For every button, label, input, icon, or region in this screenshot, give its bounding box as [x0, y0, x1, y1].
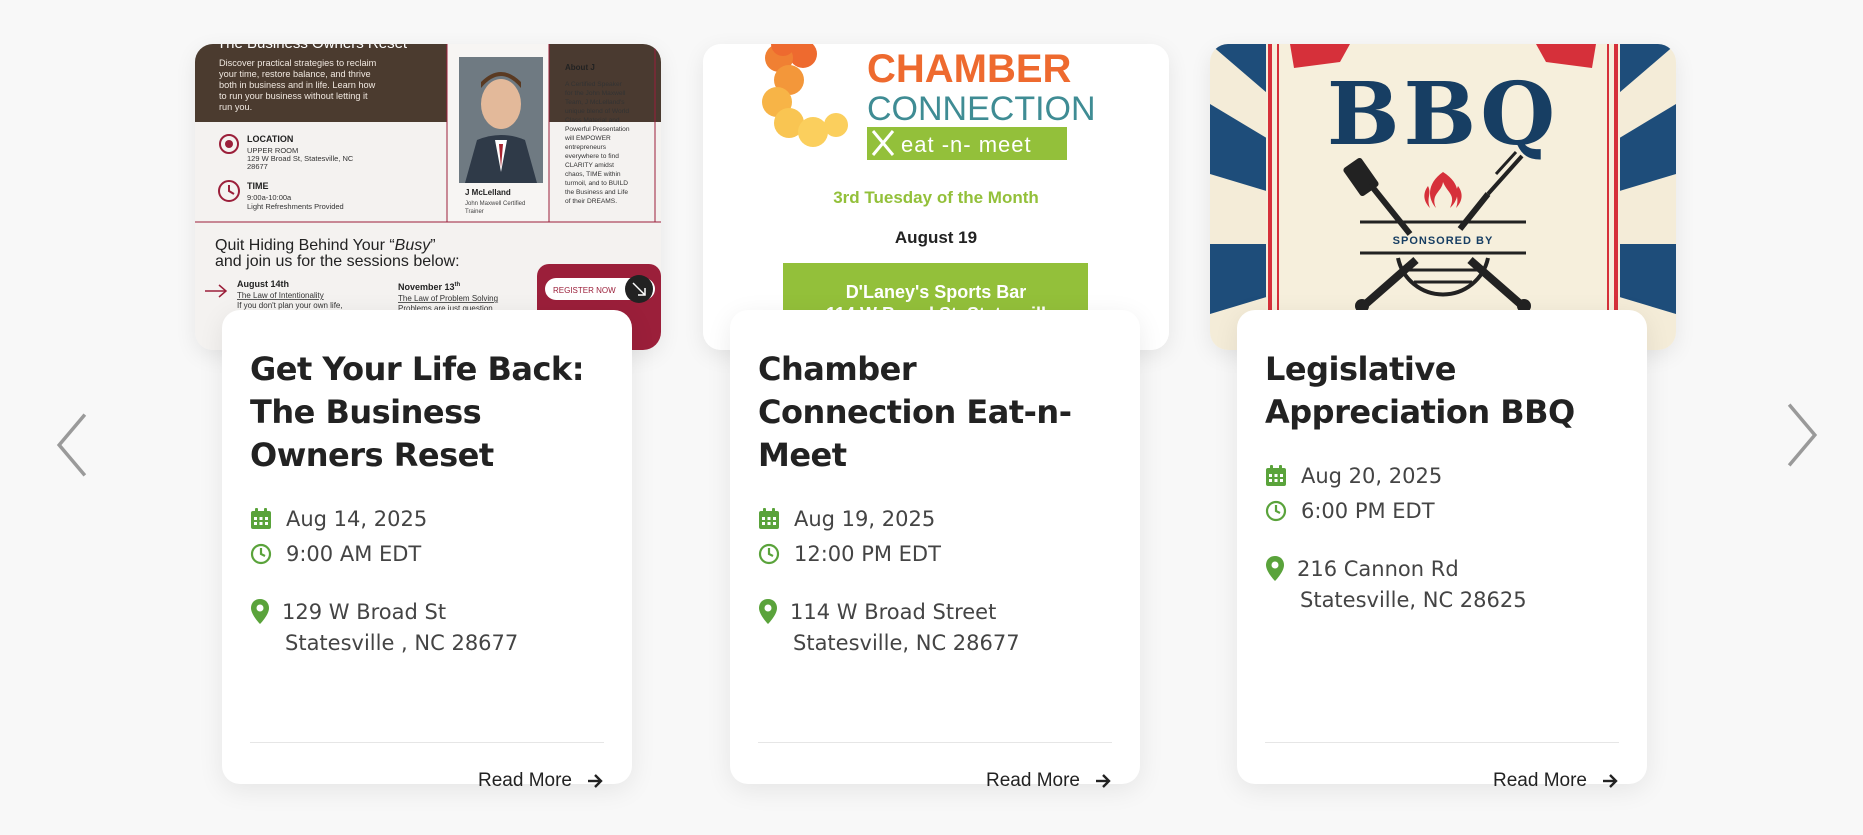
chevron-left-icon — [56, 413, 87, 477]
flyer-intro: to run your business without letting it — [219, 91, 368, 101]
map-pin-icon — [1265, 556, 1285, 582]
address-line2: Statesville , NC 28677 — [285, 631, 519, 655]
about-text: will EMPOWER — [564, 135, 611, 142]
calendar-icon — [250, 507, 272, 530]
speaker-title: Trainer — [465, 209, 484, 215]
register-button: REGISTER NOW — [553, 286, 616, 295]
flyer-bbq: BBQ — [1327, 64, 1559, 165]
about-text: chaos, TIME within — [565, 171, 621, 178]
divider — [1265, 742, 1619, 743]
flyer-tuesday: 3rd Tuesday of the Month — [833, 188, 1039, 207]
about-text: the Business and Life — [565, 189, 628, 196]
session-desc: If you don't plan your own life, — [237, 301, 343, 310]
flyer-eat-meet: eat -n- meet — [901, 132, 1032, 157]
read-more-link[interactable]: Read More — [986, 770, 1112, 792]
calendar-icon — [758, 507, 780, 530]
carousel-next-button[interactable] — [1780, 400, 1824, 470]
quit-subheading: and join us for the sessions below: — [215, 253, 460, 270]
flyer-venue: D'Laney's Sports Bar — [846, 282, 1027, 302]
event-flyer-image[interactable]: BBQ SPONSORED BY — [1210, 44, 1676, 350]
session-date: November 13th — [398, 282, 461, 292]
event-date: Aug 14, 2025 — [250, 501, 604, 536]
quit-heading: Quit Hiding Behind Your “Busy” — [215, 237, 436, 254]
clock-icon — [250, 543, 272, 565]
event-time: 12:00 PM EDT — [758, 536, 1112, 571]
location-label: LOCATION — [247, 134, 293, 144]
flyer-sponsored: SPONSORED BY — [1393, 235, 1494, 247]
flyer-connection: CONNECTION — [867, 90, 1096, 128]
arrow-right-icon — [1603, 774, 1618, 788]
read-more-link[interactable]: Read More — [1493, 770, 1619, 792]
event-date: Aug 20, 2025 — [1265, 458, 1619, 493]
event-address: 129 W Broad St Statesville , NC 28677 — [250, 597, 604, 659]
carousel-prev-button[interactable] — [50, 410, 94, 480]
event-address: 114 W Broad Street Statesville, NC 28677 — [758, 597, 1112, 659]
event-card-body: Legislative Appreciation BBQ Aug 20, 202… — [1237, 310, 1647, 791]
chevron-right-icon — [1787, 403, 1818, 467]
about-text: CLARITY amidst — [565, 162, 614, 169]
about-title: About J — [565, 63, 595, 72]
session-title: The Law of Problem Solving — [398, 294, 498, 303]
arrow-right-icon — [1096, 774, 1111, 788]
flyer-date: August 19 — [895, 228, 977, 247]
event-card-body: Get Your Life Back: The Business Owners … — [222, 310, 632, 791]
divider — [758, 742, 1112, 743]
session-title: The Law of Intentionality — [237, 291, 324, 300]
about-text: Powerful Presentation — [565, 126, 630, 133]
time-label: TIME — [247, 181, 269, 191]
about-text: A Certified Speaker — [565, 81, 623, 88]
address-line2: Statesville, NC 28625 — [1300, 588, 1527, 612]
session-date: August 14th — [237, 279, 289, 289]
event-address: 216 Cannon Rd Statesville, NC 28625 — [1265, 554, 1619, 616]
time-text: Light Refreshments Provided — [247, 202, 344, 211]
calendar-icon — [1265, 464, 1287, 487]
event-date: Aug 19, 2025 — [758, 501, 1112, 536]
speaker-title: John Maxwell Certified — [465, 201, 525, 207]
event-time: 6:00 PM EDT — [1265, 493, 1619, 528]
flyer-intro: Discover practical strategies to reclaim — [219, 58, 377, 68]
address-line1: 114 W Broad Street — [790, 600, 997, 624]
event-title[interactable]: Legislative Appreciation BBQ — [1265, 348, 1619, 434]
event-title[interactable]: Get Your Life Back: The Business Owners … — [250, 348, 604, 477]
map-pin-icon — [250, 599, 270, 625]
clock-icon — [758, 543, 780, 565]
flyer-intro: your time, restore balance, and thrive — [219, 69, 371, 79]
about-text: turmoil, and to BUILD — [565, 180, 628, 187]
time-text: 9:00a-10:00a — [247, 193, 292, 202]
event-flyer-image[interactable]: CHAMBER CONNECTION eat -n- meet 3rd Tues… — [703, 44, 1169, 350]
event-title[interactable]: Chamber Connection Eat-n-Meet — [758, 348, 1112, 477]
divider — [250, 742, 604, 743]
address-line1: 129 W Broad St — [282, 600, 447, 624]
arrow-right-icon — [588, 774, 603, 788]
location-text: 28677 — [247, 162, 268, 171]
about-text: for the John Maxwell — [565, 90, 626, 97]
speaker-name: J McLelland — [465, 188, 511, 197]
event-flyer-image[interactable]: The Business Owners Reset Discover pract… — [195, 44, 661, 350]
about-text: of their DREAMS. — [565, 198, 617, 205]
address-line2: Statesville, NC 28677 — [793, 631, 1020, 655]
event-card-body: Chamber Connection Eat-n-Meet Aug 19, 20… — [730, 310, 1140, 791]
flyer-chamber: CHAMBER — [867, 47, 1072, 91]
flyer-intro: both in business and in life. Learn how — [219, 80, 376, 90]
flyer-intro: run you. — [219, 102, 252, 112]
about-text: unique blend of World — [565, 108, 629, 115]
address-line1: 216 Cannon Rd — [1297, 557, 1459, 581]
clock-icon — [1265, 500, 1287, 522]
read-more-link[interactable]: Read More — [478, 770, 604, 792]
flyer-header: The Business Owners Reset — [217, 44, 408, 52]
about-text: everywhere to find — [565, 153, 619, 160]
about-text: entrepreneurs — [565, 144, 607, 151]
map-pin-icon — [758, 599, 778, 625]
event-time: 9:00 AM EDT — [250, 536, 604, 571]
about-text: Team, J McLelland's — [565, 99, 625, 106]
about-text: Class Material and — [565, 117, 620, 124]
